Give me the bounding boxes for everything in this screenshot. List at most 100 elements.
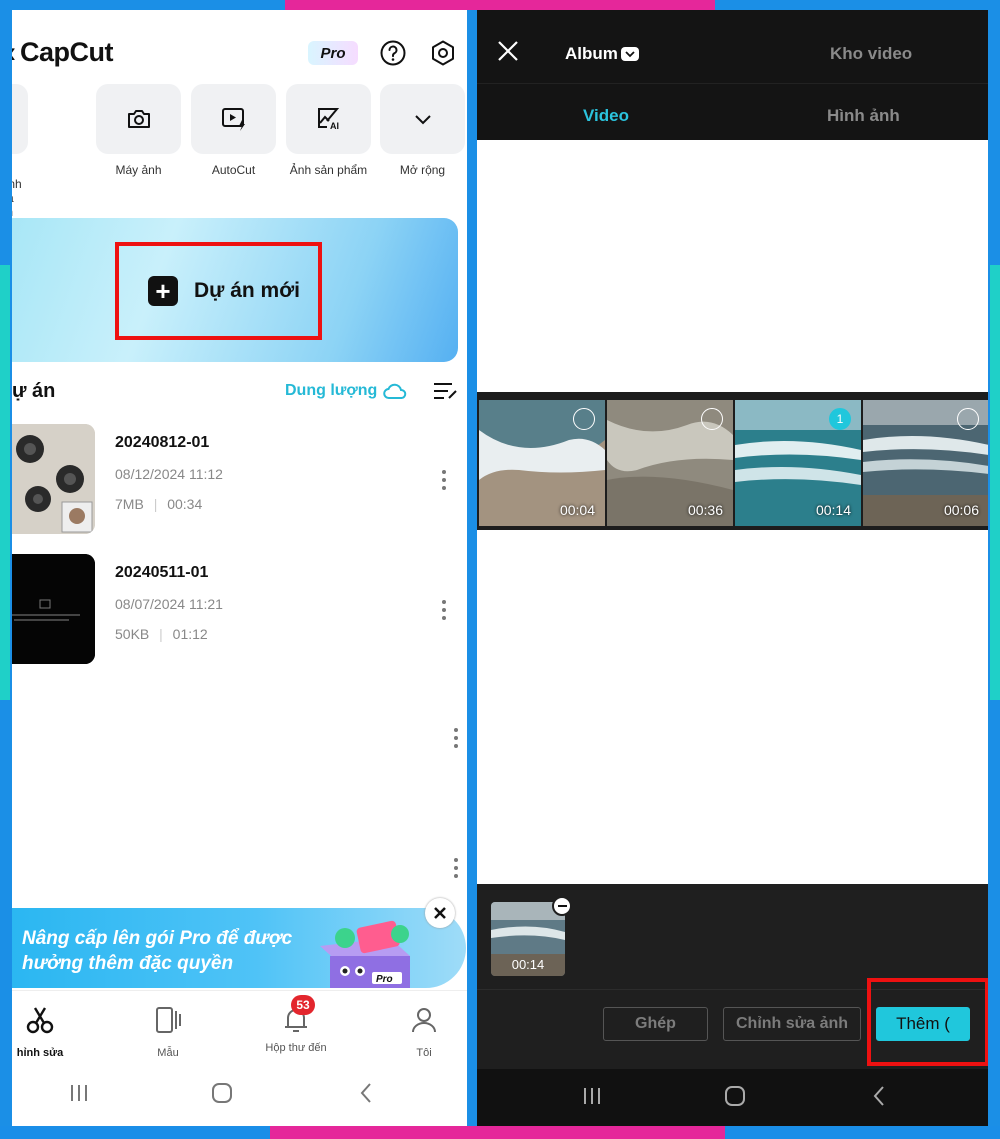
more-options-icon[interactable]	[438, 469, 450, 491]
recent-apps-icon[interactable]	[577, 1081, 607, 1111]
promo-text: Nâng cấp lên gói Pro để được hưởng thêm …	[22, 928, 293, 974]
project-thumbnail	[12, 424, 95, 534]
close-icon	[434, 907, 446, 919]
close-promo-button[interactable]	[425, 898, 455, 928]
album-dropdown[interactable]: Album	[565, 44, 639, 64]
nav-label-edit: hỉnh sửa	[16, 1047, 64, 1059]
project-size: 7MB	[115, 496, 144, 512]
home-icon[interactable]	[720, 1081, 750, 1111]
nav-label-profile: Tôi	[416, 1047, 432, 1059]
frame-accent-top	[285, 0, 715, 10]
promo-pro-label: Pro	[376, 974, 393, 985]
remove-clip-icon[interactable]	[552, 896, 572, 916]
meta-divider: |	[153, 496, 158, 512]
video-clip[interactable]: 1 00:14	[735, 400, 861, 526]
app-name: CapCut	[20, 37, 114, 67]
select-circle[interactable]	[573, 408, 595, 430]
selected-clip[interactable]: 00:14	[491, 902, 565, 976]
merge-button[interactable]: Ghép	[603, 1007, 708, 1041]
storage-link[interactable]: Dung lượng	[285, 382, 407, 400]
project-item[interactable]: 20240511-01 08/07/2024 11:21 50KB | 01:1…	[12, 554, 467, 664]
project-date: 08/12/2024 11:12	[115, 466, 223, 482]
chevron-down-icon	[414, 115, 431, 125]
media-picker-screen: Album Kho video Video Hình ảnh 00:04 00:…	[477, 10, 988, 1126]
tab-video[interactable]: Video	[583, 106, 629, 126]
tool-product-photo[interactable]: AI Ảnh sản phẩm	[286, 84, 371, 177]
help-icon[interactable]	[379, 39, 407, 67]
notification-count-badge: 53	[291, 995, 315, 1015]
nav-label-inbox: Hộp thư đến	[265, 1042, 327, 1054]
system-navigation-bar	[477, 1069, 988, 1126]
project-date: 08/07/2024 11:21	[115, 596, 223, 612]
bell-icon: 53	[281, 995, 315, 1035]
tool-camera[interactable]: Máy ảnh	[96, 84, 181, 177]
picker-header: Album Kho video	[477, 10, 988, 84]
tool-label-autocut: AutoCut	[211, 163, 256, 177]
album-label: Album	[565, 44, 618, 63]
project-meta: 7MB | 00:34	[115, 496, 202, 512]
tool-label-expand: Mở rộng	[399, 163, 446, 177]
add-button-highlight	[867, 978, 988, 1066]
recent-apps-icon[interactable]	[64, 1078, 94, 1108]
tool-photo-edit[interactable]: h chỉnh sửa ảnh	[12, 84, 28, 219]
video-clip[interactable]: 00:04	[479, 400, 605, 526]
quick-tools-row: h chỉnh sửa ảnh Máy ảnh AutoCut AI Ảnh s…	[12, 84, 467, 219]
capcut-logo: ‹ CapCut	[12, 37, 114, 68]
frame-accent-left	[0, 265, 10, 700]
edit-photo-button[interactable]: Chỉnh sửa ảnh	[723, 1007, 861, 1041]
project-duration: 01:12	[172, 626, 208, 642]
selected-clip-duration: 00:14	[511, 957, 545, 972]
clip-duration: 00:04	[559, 502, 595, 518]
project-name: 20240812-01	[115, 434, 210, 451]
select-circle[interactable]	[701, 408, 723, 430]
selected-clips-tray: 00:14	[477, 884, 988, 989]
nav-profile[interactable]: Tôi	[374, 1005, 467, 1059]
tab-images[interactable]: Hình ảnh	[827, 106, 900, 126]
video-clip[interactable]: 00:36	[607, 400, 733, 526]
ai-image-icon: AI	[317, 108, 339, 131]
system-navigation-bar	[12, 1060, 467, 1126]
clip-duration: 00:36	[687, 502, 723, 518]
more-options-icon[interactable]	[450, 727, 462, 749]
home-icon[interactable]	[207, 1078, 237, 1108]
stock-video-tab[interactable]: Kho video	[830, 44, 912, 64]
project-thumbnail	[12, 554, 95, 664]
video-clip-row: 00:04 00:36 1 00:14 00:06	[477, 392, 988, 530]
tool-label-product-photo: Ảnh sản phẩm	[289, 163, 368, 177]
capcut-logo-icon: ‹	[12, 37, 16, 68]
close-icon[interactable]	[497, 40, 519, 62]
svg-text:AI: AI	[330, 121, 339, 131]
selected-order-badge[interactable]: 1	[829, 408, 851, 430]
back-icon[interactable]	[865, 1081, 895, 1111]
nav-inbox[interactable]: 53 Hộp thư đến	[246, 995, 346, 1054]
pro-upgrade-banner[interactable]: Nâng cấp lên gói Pro để được hưởng thêm …	[12, 908, 466, 988]
pro-badge[interactable]: Pro	[308, 41, 358, 65]
video-clip[interactable]: 00:06	[863, 400, 988, 526]
settings-gear-icon[interactable]	[429, 39, 457, 67]
select-circle[interactable]	[957, 408, 979, 430]
chevron-down-icon	[620, 47, 639, 61]
more-options-icon[interactable]	[438, 599, 450, 621]
capcut-home-screen: ‹ CapCut Pro h chỉnh sửa ảnh Máy ảnh Aut…	[12, 10, 467, 1126]
clip-duration: 00:14	[815, 502, 851, 518]
template-icon	[156, 1007, 181, 1033]
clip-duration: 00:06	[943, 502, 979, 518]
frame-accent-right	[990, 265, 1000, 700]
nav-label-templates: Mẫu	[157, 1047, 179, 1059]
scissors-icon	[26, 1007, 54, 1034]
tool-expand[interactable]: Mở rộng	[380, 84, 465, 177]
new-project-highlight	[115, 242, 322, 340]
bottom-navigation: hỉnh sửa Mẫu 53 Hộp thư đến Tôi	[12, 990, 467, 1060]
more-options-icon[interactable]	[450, 857, 462, 879]
back-icon[interactable]	[352, 1078, 382, 1108]
autocut-icon	[221, 108, 245, 131]
project-item[interactable]: 20240812-01 08/12/2024 11:12 7MB | 00:34	[12, 424, 467, 534]
sort-list-icon[interactable]	[432, 380, 458, 402]
nav-edit[interactable]: hỉnh sửa	[12, 1005, 90, 1059]
project-meta: 50KB | 01:12	[115, 626, 208, 642]
tool-autocut[interactable]: AutoCut	[191, 84, 276, 177]
media-gallery: 00:04 00:36 1 00:14 00:06	[477, 140, 988, 884]
gift-box-illustration: Pro	[320, 920, 410, 988]
cloud-icon	[383, 383, 407, 399]
nav-templates[interactable]: Mẫu	[118, 1005, 218, 1059]
